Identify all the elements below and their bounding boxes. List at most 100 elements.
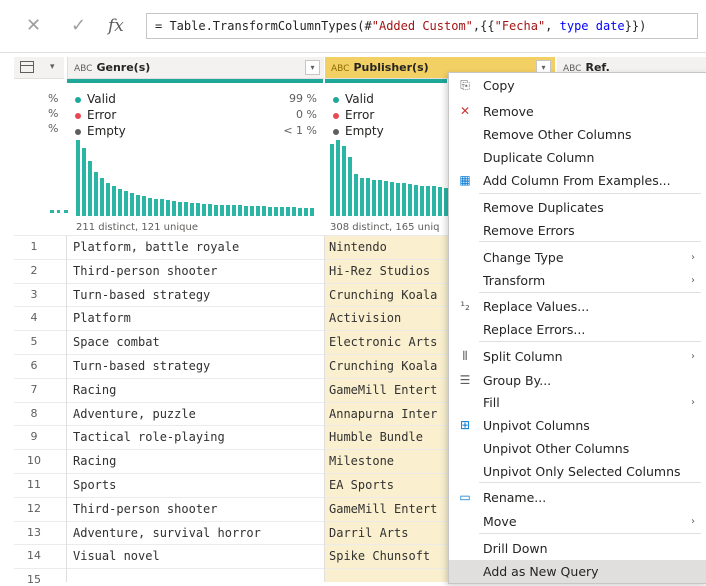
cell-publisher[interactable]: EA Sports: [329, 478, 447, 492]
menu-item-change-type[interactable]: Change Type ›: [449, 246, 706, 269]
menu-item-unpivot-other-columns[interactable]: Unpivot Other Columns: [449, 437, 706, 460]
histogram-bar[interactable]: [354, 174, 358, 216]
menu-item-unpivot-columns[interactable]: ⊞ Unpivot Columns: [449, 414, 706, 437]
histogram-bar[interactable]: [142, 196, 146, 216]
histogram-bar[interactable]: [360, 178, 364, 216]
row-number[interactable]: 2: [14, 264, 54, 277]
histogram-bar[interactable]: [304, 208, 308, 216]
menu-item-remove-other-columns[interactable]: Remove Other Columns: [449, 123, 706, 146]
histogram-bar[interactable]: [262, 206, 266, 216]
histogram-bar[interactable]: [202, 204, 206, 216]
histogram-bar[interactable]: [256, 206, 260, 216]
formula-input[interactable]: = Table.TransformColumnTypes(#"Added Cus…: [146, 13, 698, 39]
histogram-bar[interactable]: [348, 157, 352, 216]
histogram-bar[interactable]: [274, 207, 278, 216]
histogram-bar[interactable]: [420, 186, 424, 216]
histogram-bar[interactable]: [390, 182, 394, 216]
row-number[interactable]: 10: [14, 454, 54, 467]
histogram-bar[interactable]: [220, 205, 224, 216]
histogram-bar[interactable]: [112, 186, 116, 216]
cell-genre[interactable]: Sports: [73, 478, 321, 492]
row-number[interactable]: 9: [14, 430, 54, 443]
histogram-bar[interactable]: [232, 205, 236, 216]
cell-genre[interactable]: Turn-based strategy: [73, 288, 321, 302]
histogram-bar[interactable]: [292, 207, 296, 216]
cell-genre[interactable]: Platform: [73, 311, 321, 325]
histogram-bar[interactable]: [106, 183, 110, 216]
row-number[interactable]: 4: [14, 311, 54, 324]
menu-item-group-by[interactable]: ☰ Group By...: [449, 369, 706, 392]
histogram-bar[interactable]: [438, 187, 442, 216]
row-number[interactable]: 3: [14, 288, 54, 301]
cell-genre[interactable]: Adventure, puzzle: [73, 407, 321, 421]
menu-item-drill-down[interactable]: Drill Down: [449, 537, 706, 560]
check-icon[interactable]: ✓: [71, 17, 86, 35]
menu-item-split-column[interactable]: ⫴ Split Column ›: [449, 345, 706, 368]
cell-publisher[interactable]: Activision: [329, 311, 447, 325]
cell-genre[interactable]: Racing: [73, 383, 321, 397]
cell-publisher[interactable]: Milestone: [329, 454, 447, 468]
cell-publisher[interactable]: Darril Arts: [329, 526, 447, 540]
histogram-bar[interactable]: [184, 202, 188, 216]
cell-publisher[interactable]: Electronic Arts: [329, 335, 447, 349]
histogram-bar[interactable]: [148, 198, 152, 216]
text-type-icon[interactable]: ABC: [74, 64, 92, 74]
row-number[interactable]: 7: [14, 383, 54, 396]
histogram-bar[interactable]: [268, 207, 272, 216]
histogram-bar[interactable]: [118, 189, 122, 216]
close-icon[interactable]: ✕: [26, 17, 41, 35]
menu-item-fill[interactable]: Fill ›: [449, 391, 706, 414]
cell-genre[interactable]: Third-person shooter: [73, 502, 321, 516]
menu-item-add-as-new-query[interactable]: Add as New Query: [449, 560, 706, 583]
row-number[interactable]: 12: [14, 502, 54, 515]
histogram-bar[interactable]: [426, 186, 430, 216]
histogram-bar[interactable]: [136, 195, 140, 216]
histogram-bar[interactable]: [172, 201, 176, 216]
histogram-bar[interactable]: [432, 186, 436, 216]
histogram-bar[interactable]: [190, 203, 194, 216]
cell-genre[interactable]: Visual novel: [73, 549, 321, 563]
histogram-bar[interactable]: [124, 191, 128, 216]
histogram-bar[interactable]: [286, 207, 290, 216]
histogram-bar[interactable]: [154, 199, 158, 216]
column-header-genre[interactable]: ABC Genre(s) ▾: [67, 57, 324, 79]
histogram-bar[interactable]: [250, 206, 254, 216]
chevron-down-icon[interactable]: ▾: [50, 57, 55, 78]
text-type-icon[interactable]: ABC: [331, 64, 349, 74]
histogram-bar[interactable]: [226, 205, 230, 216]
row-number[interactable]: 8: [14, 407, 54, 420]
row-number[interactable]: 14: [14, 549, 54, 562]
cell-genre[interactable]: Platform, battle royale: [73, 240, 321, 254]
cell-publisher[interactable]: Humble Bundle: [329, 430, 447, 444]
table-corner-header[interactable]: ▾: [14, 57, 64, 79]
menu-item-remove-duplicates[interactable]: Remove Duplicates: [449, 196, 706, 219]
fx-icon[interactable]: fx: [108, 17, 124, 35]
cell-publisher[interactable]: Nintendo: [329, 240, 447, 254]
cell-genre[interactable]: Adventure, survival horror: [73, 526, 321, 540]
histogram-bar[interactable]: [88, 161, 92, 216]
histogram-bar[interactable]: [100, 178, 104, 216]
menu-item-unpivot-only-selected-columns[interactable]: Unpivot Only Selected Columns: [449, 460, 706, 483]
histogram-bar[interactable]: [76, 140, 80, 216]
menu-item-move[interactable]: Move ›: [449, 510, 706, 533]
row-number[interactable]: 11: [14, 478, 54, 491]
histogram-bar[interactable]: [166, 200, 170, 216]
histogram-bar[interactable]: [378, 180, 382, 216]
row-number[interactable]: 13: [14, 526, 54, 539]
cell-publisher[interactable]: Annapurna Inter: [329, 407, 447, 421]
cell-genre[interactable]: Space combat: [73, 335, 321, 349]
cell-publisher[interactable]: GameMill Entert: [329, 502, 447, 516]
cell-genre[interactable]: Turn-based strategy: [73, 359, 321, 373]
menu-item-replace-values[interactable]: ¹₂ Replace Values...: [449, 295, 706, 318]
row-number[interactable]: 15: [14, 573, 54, 586]
menu-item-rename[interactable]: ▭ Rename...: [449, 486, 706, 509]
histogram-bar[interactable]: [342, 146, 346, 216]
histogram-bar[interactable]: [402, 183, 406, 216]
histogram-bar[interactable]: [384, 181, 388, 216]
menu-item-remove[interactable]: ✕ Remove: [449, 100, 706, 123]
histogram-bar[interactable]: [366, 178, 370, 216]
histogram-bar[interactable]: [214, 205, 218, 216]
row-number[interactable]: 6: [14, 359, 54, 372]
cell-genre[interactable]: Third-person shooter: [73, 264, 321, 278]
column-filter-dropdown[interactable]: ▾: [305, 60, 320, 75]
